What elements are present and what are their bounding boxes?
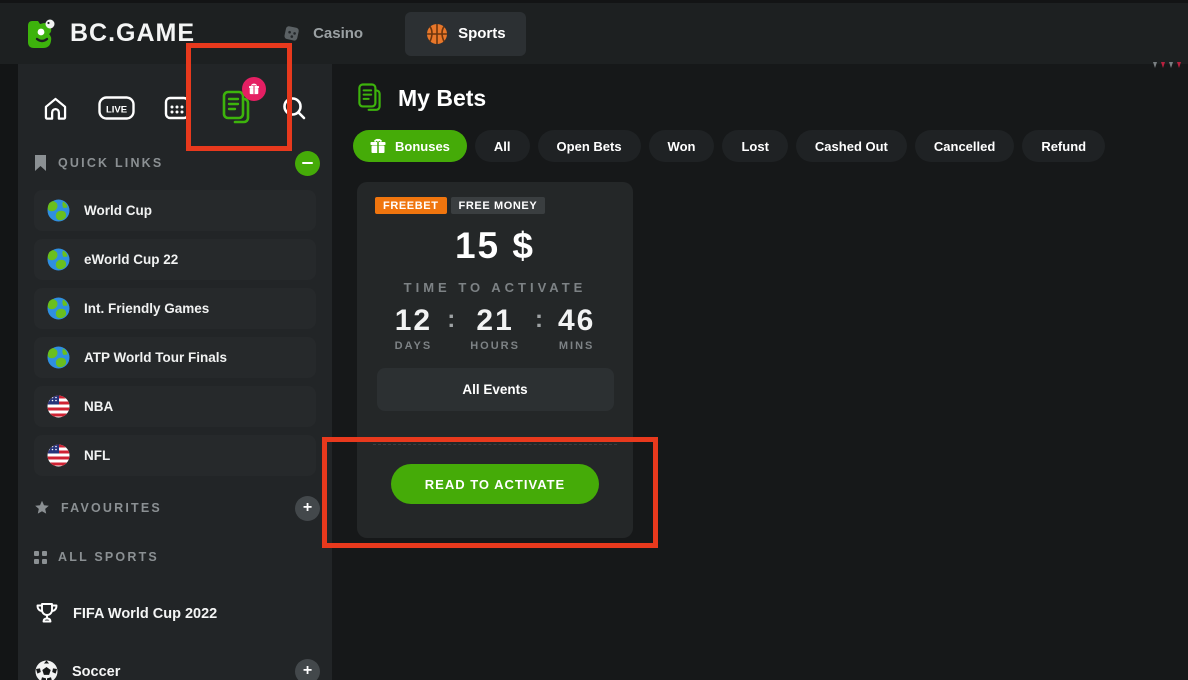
search-icon[interactable] (280, 94, 308, 122)
filter-lost[interactable]: Lost (722, 130, 787, 162)
bcgame-logo-text: BC.GAME (70, 19, 195, 48)
nav-sports-label: Sports (458, 25, 506, 42)
countdown-mins: 46 MINS (558, 303, 595, 352)
star-icon (34, 500, 50, 516)
schedule-icon[interactable] (163, 94, 191, 122)
quick-link-int-friendly-games[interactable]: Int. Friendly Games (34, 288, 316, 329)
quick-link-label: NBA (84, 399, 113, 414)
filter-bonuses[interactable]: Bonuses (353, 130, 467, 162)
freebet-bonus-card: FREEBET FREE MONEY 15 $ TIME TO ACTIVATE… (357, 182, 633, 538)
nav-casino-label: Casino (313, 25, 363, 42)
trophy-icon (34, 601, 60, 626)
quick-link-label: ATP World Tour Finals (84, 350, 227, 365)
topbar: BC.GAME Casino Spo (0, 0, 1188, 64)
main-content: My Bets Bonuses All Open Bets Won Lost C… (332, 64, 1188, 680)
home-icon[interactable] (42, 95, 69, 122)
bcgame-logo[interactable]: BC.GAME (24, 15, 195, 53)
filter-all[interactable]: All (475, 130, 530, 162)
countdown-timer: 12 DAYS : 21 HOURS : 46 MINS (357, 303, 633, 352)
gift-icon (370, 138, 386, 154)
live-events-icon[interactable]: LIVE (98, 96, 135, 120)
usa-flag-icon (46, 394, 71, 419)
filter-label: Bonuses (395, 139, 450, 154)
filter-label: Cashed Out (815, 139, 888, 154)
filter-refund[interactable]: Refund (1022, 130, 1105, 162)
sport-soccer[interactable]: Soccer + (34, 659, 316, 680)
grid-icon (34, 551, 47, 564)
dice-icon (281, 23, 303, 45)
filter-chips: Bonuses All Open Bets Won Lost Cashed Ou… (353, 130, 1105, 162)
expand-soccer-button[interactable]: + (295, 659, 320, 680)
quick-link-label: World Cup (84, 203, 152, 218)
nav-sports[interactable]: Sports (405, 12, 526, 56)
collapse-quick-links-button[interactable] (295, 151, 320, 176)
quick-links-list: World Cup eWorld Cup 22 (34, 190, 316, 476)
filter-label: Open Bets (557, 139, 622, 154)
my-bets-icon (356, 82, 383, 114)
basketball-icon (425, 22, 449, 46)
quick-link-nba[interactable]: NBA (34, 386, 316, 427)
globe-icon (46, 247, 71, 272)
time-to-activate-label: TIME TO ACTIVATE (357, 280, 633, 295)
bookmark-icon (34, 155, 47, 171)
quick-link-atp-finals[interactable]: ATP World Tour Finals (34, 337, 316, 378)
all-sports-header[interactable]: ALL SPORTS (34, 544, 316, 570)
all-sports-label: ALL SPORTS (58, 550, 159, 564)
filter-won[interactable]: Won (649, 130, 715, 162)
svg-text:LIVE: LIVE (105, 104, 126, 115)
freebet-badge: FREEBET (375, 197, 447, 214)
bcgame-logo-icon (24, 15, 62, 53)
favourites-label: FAVOURITES (61, 501, 162, 515)
filter-cashed-out[interactable]: Cashed Out (796, 130, 907, 162)
free-money-badge: FREE MONEY (451, 197, 546, 214)
countdown-days: 12 DAYS (395, 303, 433, 352)
countdown-separator: : (447, 303, 455, 352)
countdown-separator: : (535, 303, 543, 352)
quick-link-eworld-cup[interactable]: eWorld Cup 22 (34, 239, 316, 280)
add-favourite-button[interactable]: + (295, 496, 320, 521)
page-header: My Bets (356, 82, 486, 114)
filter-open-bets[interactable]: Open Bets (538, 130, 641, 162)
my-bets-icon[interactable] (220, 89, 252, 127)
bonus-amount: 15 $ (357, 225, 633, 267)
filter-label: Won (668, 139, 696, 154)
bonus-notification-badge (242, 77, 266, 101)
globe-icon (46, 198, 71, 223)
page-title: My Bets (398, 85, 486, 112)
favourites-header: FAVOURITES + (34, 495, 316, 521)
globe-icon (46, 296, 71, 321)
nav-casino[interactable]: Casino (281, 23, 363, 45)
left-gutter (0, 64, 18, 680)
filter-label: Refund (1041, 139, 1086, 154)
countdown-hours: 21 HOURS (470, 303, 520, 352)
quick-links-label: QUICK LINKS (58, 156, 163, 170)
bonus-badges: FREEBET FREE MONEY (375, 197, 633, 214)
sidebar: LIVE (18, 64, 332, 680)
card-dashed-divider (373, 444, 617, 445)
filter-cancelled[interactable]: Cancelled (915, 130, 1014, 162)
quick-link-nfl[interactable]: NFL (34, 435, 316, 476)
filter-label: Cancelled (934, 139, 995, 154)
read-to-activate-button[interactable]: READ TO ACTIVATE (391, 464, 599, 504)
quick-link-label: Int. Friendly Games (84, 301, 209, 316)
soccer-ball-icon (34, 659, 59, 680)
quick-links-header: QUICK LINKS (34, 150, 316, 176)
filter-label: Lost (741, 139, 768, 154)
usa-flag-icon (46, 443, 71, 468)
filter-label: All (494, 139, 511, 154)
quick-link-label: eWorld Cup 22 (84, 252, 178, 267)
sidebar-icon-row: LIVE (34, 86, 316, 130)
quick-link-label: NFL (84, 448, 110, 463)
sport-label: FIFA World Cup 2022 (73, 606, 217, 622)
sport-label: Soccer (72, 664, 120, 680)
quick-link-world-cup[interactable]: World Cup (34, 190, 316, 231)
all-events-button[interactable]: All Events (377, 368, 614, 411)
globe-icon (46, 345, 71, 370)
sport-fifa-world-cup[interactable]: FIFA World Cup 2022 (34, 601, 316, 626)
